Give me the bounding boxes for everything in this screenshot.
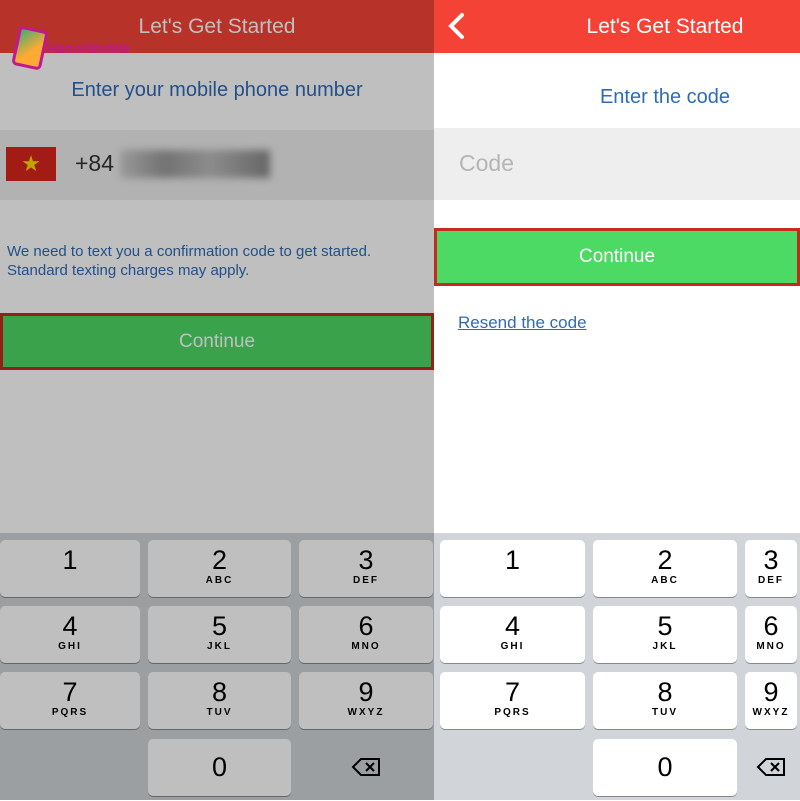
header-title: Let's Get Started: [586, 15, 744, 38]
key-digit: 5: [657, 611, 673, 641]
key-6[interactable]: 6 MNO: [745, 606, 797, 663]
key-8[interactable]: 8 TUV: [593, 672, 737, 729]
blurred-phone-number: [120, 150, 270, 178]
key-0[interactable]: 0: [593, 739, 737, 796]
key-digit: 5: [211, 611, 228, 641]
key-letters: DEF: [353, 575, 379, 586]
key-digit: 8: [211, 677, 228, 707]
phone-number-field[interactable]: ★ +84: [0, 130, 434, 200]
key-letters: JKL: [652, 641, 678, 652]
resend-code-link[interactable]: Resend the code: [458, 313, 587, 333]
key-3[interactable]: 3 DEF: [745, 540, 797, 597]
chevron-left-icon[interactable]: [442, 10, 472, 42]
key-digit: 6: [763, 611, 779, 641]
key-4[interactable]: 4 GHI: [440, 606, 585, 663]
watermark-logo: HanoiMobile: [11, 25, 131, 71]
code-entry-screen: Let's Get Started Enter the code Code Co…: [434, 0, 800, 800]
logo-icon: [11, 25, 49, 71]
key-letters: TUV: [652, 707, 678, 718]
info-line: Standard texting charges may apply.: [7, 262, 250, 279]
key-digit: 0: [657, 752, 673, 782]
delete-key[interactable]: [299, 739, 433, 796]
country-code: +84: [75, 150, 115, 176]
key-0[interactable]: 0: [148, 739, 291, 796]
code-heading: Enter the code: [599, 86, 731, 108]
header: Let's Get Started: [434, 0, 800, 53]
key-letters: GHI: [58, 641, 82, 652]
key-digit: 1: [62, 545, 78, 575]
backspace-icon: [756, 758, 785, 776]
key-digit: 0: [211, 752, 228, 782]
info-text: We need to text you a confirmation code …: [7, 242, 371, 280]
key-letters: TUV: [206, 707, 233, 718]
vietnam-flag-icon[interactable]: ★: [6, 147, 56, 181]
phone-entry-screen: Let's Get Started Enter your mobile phon…: [0, 0, 434, 800]
key-digit: 3: [358, 545, 374, 575]
key-digit: 8: [657, 677, 673, 707]
code-input[interactable]: Code: [434, 128, 800, 200]
key-digit: 6: [358, 611, 374, 641]
key-7[interactable]: 7 PQRS: [440, 672, 585, 729]
key-2[interactable]: 2 ABC: [148, 540, 291, 597]
key-1[interactable]: 1: [440, 540, 585, 597]
key-letters: DEF: [758, 575, 784, 586]
backspace-icon: [351, 758, 380, 776]
key-digit: 3: [763, 545, 779, 575]
key-digit: 9: [763, 677, 779, 707]
key-letters: WXYZ: [752, 707, 790, 718]
key-letters: PQRS: [51, 707, 89, 718]
key-6[interactable]: 6 MNO: [299, 606, 433, 663]
key-5[interactable]: 5 JKL: [593, 606, 737, 663]
key-4[interactable]: 4 GHI: [0, 606, 140, 663]
delete-key[interactable]: [745, 739, 797, 796]
key-digit: 9: [358, 677, 374, 707]
key-letters: PQRS: [494, 707, 531, 718]
key-3[interactable]: 3 DEF: [299, 540, 433, 597]
key-9[interactable]: 9 WXYZ: [299, 672, 433, 729]
phone-heading: Enter your mobile phone number: [71, 79, 363, 101]
key-letters: WXYZ: [347, 707, 385, 718]
info-line: We need to text you a confirmation code …: [7, 243, 372, 260]
key-9[interactable]: 9 WXYZ: [745, 672, 797, 729]
continue-button[interactable]: Continue: [0, 313, 434, 370]
key-5[interactable]: 5 JKL: [148, 606, 291, 663]
key-8[interactable]: 8 TUV: [148, 672, 291, 729]
key-digit: 1: [504, 545, 521, 575]
numeric-keypad: 1 2 ABC 3 DEF 4 GHI 5 JKL 6 MNO 7 PQRS 8 TUV 9 WXYZ 0: [0, 533, 434, 800]
key-digit: 2: [211, 545, 228, 575]
key-digit: 7: [62, 677, 78, 707]
key-digit: 7: [504, 677, 521, 707]
key-7[interactable]: 7 PQRS: [0, 672, 140, 729]
key-letters: ABC: [651, 575, 679, 586]
code-placeholder: Code: [459, 150, 514, 176]
key-letters: GHI: [500, 641, 525, 652]
key-digit: 4: [62, 611, 78, 641]
key-letters: MNO: [756, 641, 786, 652]
key-digit: 2: [657, 545, 673, 575]
key-letters: JKL: [207, 641, 232, 652]
key-letters: ABC: [205, 575, 234, 586]
logo-text: HanoiMobile: [47, 40, 131, 56]
numeric-keypad: 1 2 ABC 3 DEF 4 GHI 5 JKL 6 MNO 7 PQRS 8 TUV 9 WXYZ 0: [434, 533, 800, 800]
key-digit: 4: [504, 611, 521, 641]
key-1[interactable]: 1: [0, 540, 140, 597]
key-2[interactable]: 2 ABC: [593, 540, 737, 597]
key-letters: MNO: [351, 641, 381, 652]
continue-button[interactable]: Continue: [434, 228, 800, 286]
